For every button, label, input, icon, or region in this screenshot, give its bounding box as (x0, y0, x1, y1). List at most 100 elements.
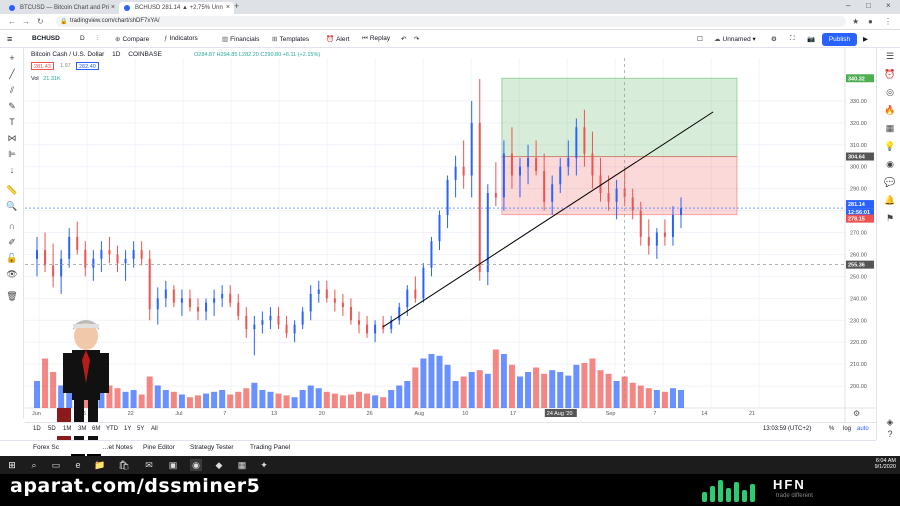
forecast-icon[interactable]: ⊫ (6, 148, 18, 160)
browser-tab-btcusd[interactable]: BTCUSD — Bitcoin Chart and Pri × (4, 2, 119, 14)
financials-button[interactable]: ▥ Financials (222, 35, 259, 43)
log-toggle[interactable]: log (843, 426, 851, 432)
magnet-icon[interactable]: ∩ (6, 220, 18, 232)
watchlist-icon[interactable]: ☰ (884, 50, 896, 62)
chrome-icon[interactable]: ◉ (190, 459, 202, 471)
trend-line-icon[interactable]: ╱ (6, 68, 18, 80)
maximize-icon[interactable]: □ (866, 1, 871, 10)
range-5y[interactable]: 5Y (137, 426, 144, 432)
eye-icon[interactable]: 👁 (6, 268, 18, 280)
candle-body (285, 324, 288, 334)
order-panel-icon[interactable]: ⚑ (884, 212, 896, 224)
range-ytd[interactable]: YTD (106, 426, 118, 432)
tab-pine-editor[interactable]: Pine Editor (143, 444, 175, 451)
calendar-icon[interactable]: ▦ (884, 122, 896, 134)
star-icon[interactable]: ★ (852, 17, 859, 26)
range-1d[interactable]: 1D (33, 426, 41, 432)
pattern-icon[interactable]: ⋈ (6, 132, 18, 144)
url-field[interactable]: 🔒 tradingview.com/chart/shDF7xYA/ (56, 16, 846, 27)
back-icon[interactable]: ← (8, 17, 16, 26)
symbol-search[interactable]: BCHUSD (32, 35, 60, 42)
redo-icon[interactable]: ↷ (414, 35, 419, 43)
task-view-icon[interactable]: ▭ (50, 459, 62, 471)
chart-area[interactable]: 330.00320.00310.00300.00290.00280.00270.… (25, 48, 876, 422)
edge-icon[interactable]: e (72, 459, 84, 471)
sell-price-box[interactable]: 281.43 (31, 62, 54, 70)
app-icon[interactable]: ▦ (236, 459, 248, 471)
hamburger-icon[interactable]: ≡ (7, 34, 12, 44)
help-icon[interactable]: ? (884, 428, 896, 440)
streams-icon[interactable]: ◉ (884, 158, 896, 170)
range-5d[interactable]: 5D (48, 426, 56, 432)
volume-bar (581, 363, 588, 408)
system-clock[interactable]: 6:04 AM 9/1/2020 (852, 458, 896, 470)
minimize-icon[interactable]: – (846, 1, 850, 10)
auto-toggle[interactable]: auto (857, 426, 869, 432)
browser-tab-bchusd[interactable]: BCHUSD 281.14 ▲ +2.75% Unn × (119, 2, 234, 14)
range-6m[interactable]: 6M (92, 426, 100, 432)
data-window-icon[interactable]: ◎ (884, 86, 896, 98)
compare-button[interactable]: ⊕ Compare (115, 35, 149, 43)
range-1y[interactable]: 1Y (124, 426, 131, 432)
forward-icon[interactable]: → (22, 17, 30, 26)
app-icon[interactable]: ◆ (213, 459, 225, 471)
profile-icon[interactable]: ● (868, 17, 873, 26)
reload-icon[interactable]: ↻ (37, 17, 44, 26)
app-icon[interactable]: ✦ (258, 459, 270, 471)
trash-icon[interactable]: 🗑 (6, 290, 18, 302)
chats-icon[interactable]: 💬 (884, 176, 896, 188)
tab-text-notes[interactable]: …et Notes (102, 444, 133, 451)
close-window-icon[interactable]: × (886, 1, 891, 10)
play-icon[interactable]: ▶ (863, 35, 868, 43)
select-box-icon[interactable]: ☐ (697, 35, 703, 43)
layers-icon[interactable]: ◈ (884, 416, 896, 428)
store-icon[interactable]: 🛍 (118, 459, 130, 471)
ruler-icon[interactable]: 📏 (6, 184, 18, 196)
stay-drawing-icon[interactable]: ✐ (6, 236, 18, 248)
range-all[interactable]: All (151, 426, 158, 432)
mail-icon[interactable]: ✉ (143, 459, 155, 471)
undo-icon[interactable]: ↶ (401, 35, 406, 43)
pitchfork-icon[interactable]: ⫽ (6, 84, 18, 96)
zoom-icon[interactable]: 🔍 (6, 200, 18, 212)
percent-toggle[interactable]: % (829, 426, 834, 432)
bar-style-icon[interactable]: ⫶ (97, 35, 99, 43)
interval-selector[interactable]: D (80, 35, 85, 42)
publish-button[interactable]: Publish (822, 33, 857, 46)
templates-button[interactable]: ⊞ Templates (272, 35, 309, 43)
hotlist-icon[interactable]: 🔥 (884, 104, 896, 116)
text-tool-icon[interactable]: T (6, 116, 18, 128)
windows-start-icon[interactable]: ⊞ (6, 459, 18, 471)
arrow-down-icon[interactable]: ↓ (6, 164, 18, 176)
fullscreen-icon[interactable]: ⛶ (790, 35, 795, 43)
ideas-icon[interactable]: 💡 (884, 140, 896, 152)
alert-button[interactable]: ⏰ Alert (326, 35, 349, 43)
notifications-icon[interactable]: 🔔 (884, 194, 896, 206)
tab-strategy-tester[interactable]: Strategy Tester (190, 444, 234, 451)
terminal-icon[interactable]: ▣ (167, 459, 179, 471)
indicators-button[interactable]: ƒ Indicators (164, 35, 198, 42)
close-icon[interactable]: × (111, 4, 115, 11)
clock-display[interactable]: 13:03:59 (UTC+2) (763, 426, 811, 432)
close-icon[interactable]: × (226, 4, 230, 11)
tab-forex-screener[interactable]: Forex Sc (33, 444, 59, 451)
new-tab-icon[interactable]: + (234, 1, 239, 11)
menu-dots-icon[interactable]: ⋮ (884, 17, 892, 26)
price-chart[interactable]: 330.00320.00310.00300.00290.00280.00270.… (25, 48, 876, 422)
crosshair-icon[interactable]: + (6, 52, 18, 64)
volume-bar (669, 388, 676, 408)
layout-name-button[interactable]: ☁ Unnamed ▾ (714, 35, 756, 43)
settings-gear-icon[interactable]: ⚙ (771, 35, 777, 43)
tradingview-favicon-icon (9, 5, 15, 11)
alerts-icon[interactable]: ⏰ (884, 68, 896, 80)
buy-price-box[interactable]: 282.40 (76, 62, 99, 70)
range-1m[interactable]: 1M (63, 426, 71, 432)
brush-icon[interactable]: ✎ (6, 100, 18, 112)
snapshot-camera-icon[interactable]: 📷 (807, 35, 815, 43)
tab-trading-panel[interactable]: Trading Panel (250, 444, 290, 451)
range-3m[interactable]: 3M (78, 426, 86, 432)
replay-button[interactable]: ⏮ Replay (362, 35, 390, 43)
search-icon[interactable]: ⌕ (28, 459, 40, 471)
file-explorer-icon[interactable]: 📁 (94, 459, 106, 471)
lock-drawings-icon[interactable]: 🔓 (6, 252, 18, 264)
